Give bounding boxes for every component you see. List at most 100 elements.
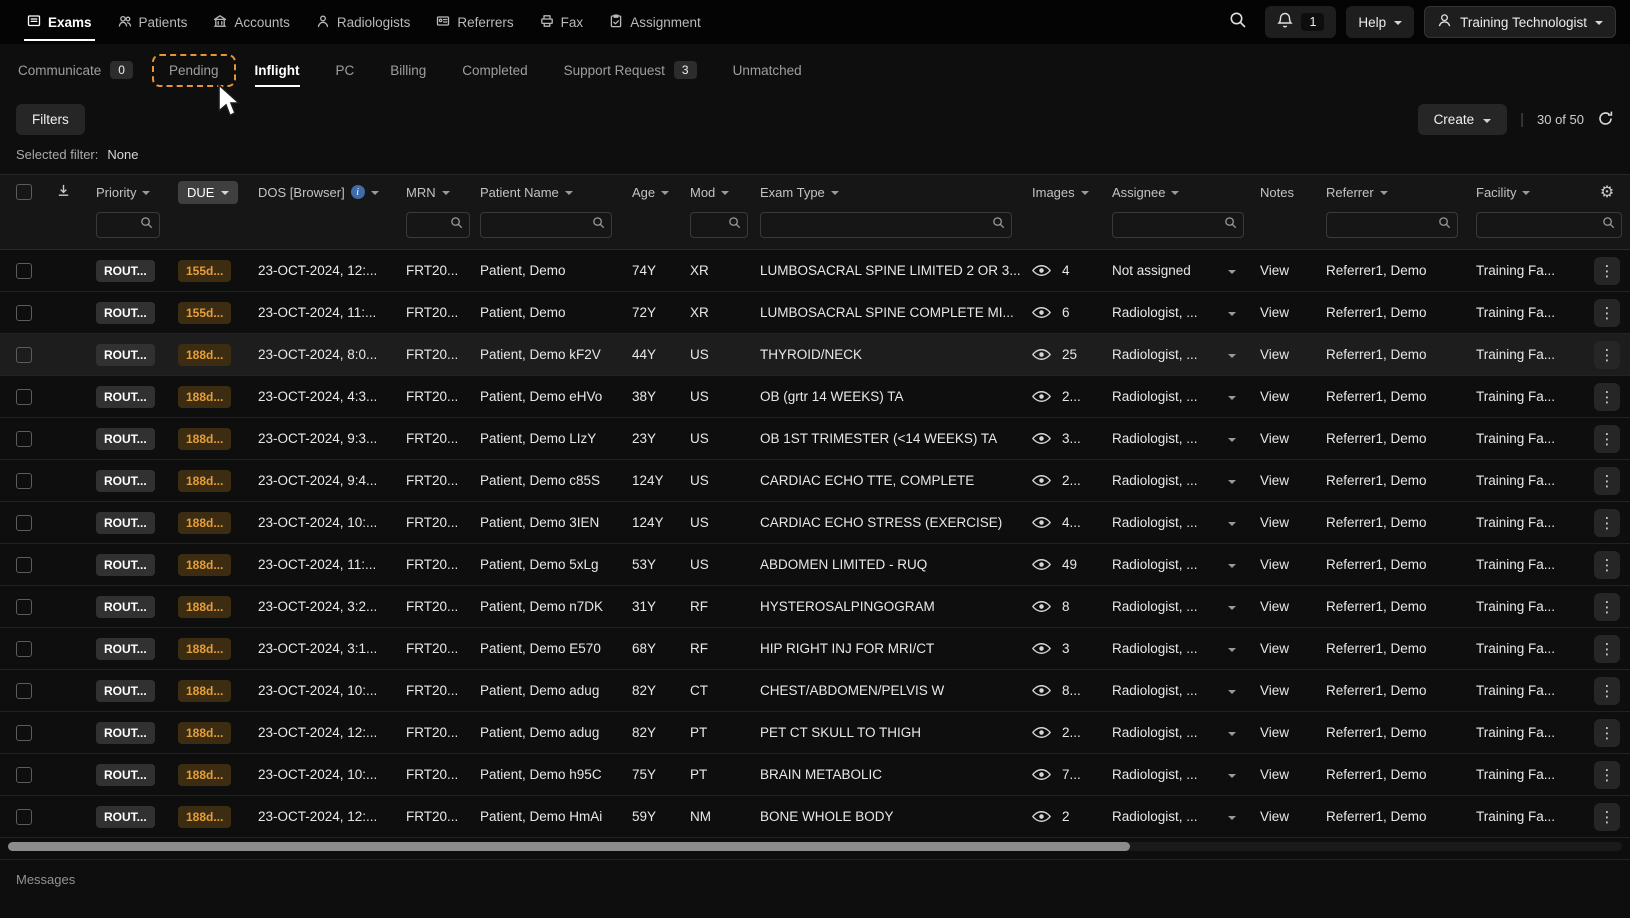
help-button[interactable]: Help <box>1346 6 1415 38</box>
notes-view-link[interactable]: View <box>1260 767 1289 782</box>
row-menu-button[interactable]: ⋮ <box>1594 298 1620 327</box>
table-row[interactable]: ROUT... 188d... 23-OCT-2024, 8:0... FRT2… <box>0 334 1630 376</box>
row-menu-button[interactable]: ⋮ <box>1594 508 1620 537</box>
table-row[interactable]: ROUT... 188d... 23-OCT-2024, 9:4... FRT2… <box>0 460 1630 502</box>
assignee-search-input[interactable] <box>1119 217 1220 233</box>
column-header-age[interactable]: Age <box>624 185 682 200</box>
facility-search-input[interactable] <box>1483 217 1598 233</box>
nav-item-radiologists[interactable]: Radiologists <box>303 0 424 44</box>
view-images-eye-icon[interactable] <box>1032 516 1051 529</box>
column-header-mod[interactable]: Mod <box>682 185 752 200</box>
exam-type-search-input[interactable] <box>767 217 988 233</box>
view-images-eye-icon[interactable] <box>1032 558 1051 571</box>
mod-search-input[interactable] <box>697 217 724 233</box>
row-menu-button[interactable]: ⋮ <box>1594 382 1620 411</box>
referrer-search-input[interactable] <box>1333 217 1434 233</box>
table-row[interactable]: ROUT... 188d... 23-OCT-2024, 10:... FRT2… <box>0 754 1630 796</box>
select-all-checkbox[interactable] <box>16 184 32 200</box>
column-header-due[interactable]: DUE <box>170 180 250 204</box>
column-header-notes[interactable]: Notes <box>1252 185 1318 200</box>
row-checkbox[interactable] <box>16 388 32 405</box>
column-header-assignee[interactable]: Assignee <box>1104 185 1252 200</box>
assignee-dropdown[interactable]: Radiologist, ... <box>1104 683 1252 698</box>
row-checkbox[interactable] <box>16 766 32 783</box>
column-header-patient-name[interactable]: Patient Name <box>472 185 624 200</box>
assignee-dropdown[interactable]: Radiologist, ... <box>1104 347 1252 362</box>
assignee-dropdown[interactable]: Radiologist, ... <box>1104 473 1252 488</box>
view-images-eye-icon[interactable] <box>1032 642 1051 655</box>
row-checkbox[interactable] <box>16 472 32 489</box>
view-images-eye-icon[interactable] <box>1032 684 1051 697</box>
notes-view-link[interactable]: View <box>1260 431 1289 446</box>
assignee-dropdown[interactable]: Radiologist, ... <box>1104 725 1252 740</box>
row-checkbox[interactable] <box>16 682 32 699</box>
column-header-mrn[interactable]: MRN <box>398 185 472 200</box>
tab-pending[interactable]: Pending <box>151 53 236 87</box>
table-row[interactable]: ROUT... 155d... 23-OCT-2024, 11:... FRT2… <box>0 292 1630 334</box>
row-checkbox[interactable] <box>16 304 32 321</box>
row-checkbox[interactable] <box>16 430 32 447</box>
notes-view-link[interactable]: View <box>1260 389 1289 404</box>
tab-unmatched[interactable]: Unmatched <box>733 63 802 78</box>
table-row[interactable]: ROUT... 188d... 23-OCT-2024, 3:2... FRT2… <box>0 586 1630 628</box>
tab-completed[interactable]: Completed <box>462 63 527 78</box>
row-menu-button[interactable]: ⋮ <box>1594 802 1620 831</box>
assignee-dropdown[interactable]: Radiologist, ... <box>1104 767 1252 782</box>
row-menu-button[interactable]: ⋮ <box>1594 718 1620 747</box>
tab-communicate[interactable]: Communicate 0 <box>18 61 133 79</box>
notifications-button[interactable]: 1 <box>1265 6 1337 38</box>
assignee-dropdown[interactable]: Radiologist, ... <box>1104 305 1252 320</box>
row-menu-button[interactable]: ⋮ <box>1594 550 1620 579</box>
notes-view-link[interactable]: View <box>1260 641 1289 656</box>
table-row[interactable]: ROUT... 188d... 23-OCT-2024, 4:3... FRT2… <box>0 376 1630 418</box>
view-images-eye-icon[interactable] <box>1032 432 1051 445</box>
assignee-dropdown[interactable]: Radiologist, ... <box>1104 599 1252 614</box>
notes-view-link[interactable]: View <box>1260 725 1289 740</box>
view-images-eye-icon[interactable] <box>1032 474 1051 487</box>
row-checkbox[interactable] <box>16 514 32 531</box>
view-images-eye-icon[interactable] <box>1032 264 1051 277</box>
view-images-eye-icon[interactable] <box>1032 348 1051 361</box>
column-header-facility[interactable]: Facility <box>1468 185 1584 200</box>
row-checkbox[interactable] <box>16 346 32 363</box>
row-menu-button[interactable]: ⋮ <box>1594 424 1620 453</box>
view-images-eye-icon[interactable] <box>1032 306 1051 319</box>
view-images-eye-icon[interactable] <box>1032 810 1051 823</box>
table-row[interactable]: ROUT... 188d... 23-OCT-2024, 10:... FRT2… <box>0 670 1630 712</box>
row-menu-button[interactable]: ⋮ <box>1594 466 1620 495</box>
assignee-dropdown[interactable]: Radiologist, ... <box>1104 389 1252 404</box>
notes-view-link[interactable]: View <box>1260 515 1289 530</box>
table-row[interactable]: ROUT... 188d... 23-OCT-2024, 3:1... FRT2… <box>0 628 1630 670</box>
tab-support-request[interactable]: Support Request 3 <box>564 61 697 79</box>
assignee-dropdown[interactable]: Radiologist, ... <box>1104 809 1252 824</box>
assignee-dropdown[interactable]: Radiologist, ... <box>1104 557 1252 572</box>
table-row[interactable]: ROUT... 188d... 23-OCT-2024, 9:3... FRT2… <box>0 418 1630 460</box>
messages-bar[interactable]: Messages <box>0 859 1630 899</box>
view-images-eye-icon[interactable] <box>1032 600 1051 613</box>
table-row[interactable]: ROUT... 188d... 23-OCT-2024, 12:... FRT2… <box>0 796 1630 838</box>
column-header-exam-type[interactable]: Exam Type <box>752 185 1024 200</box>
row-checkbox[interactable] <box>16 724 32 741</box>
column-header-images[interactable]: Images <box>1024 185 1104 200</box>
notes-view-link[interactable]: View <box>1260 305 1289 320</box>
notes-view-link[interactable]: View <box>1260 809 1289 824</box>
row-menu-button[interactable]: ⋮ <box>1594 760 1620 789</box>
notes-view-link[interactable]: View <box>1260 557 1289 572</box>
user-menu-button[interactable]: Training Technologist <box>1424 6 1616 38</box>
nav-item-exams[interactable]: Exams <box>14 0 105 44</box>
priority-search-input[interactable] <box>103 217 136 233</box>
nav-item-assignment[interactable]: Assignment <box>596 0 714 44</box>
assignee-dropdown[interactable]: Radiologist, ... <box>1104 515 1252 530</box>
row-menu-button[interactable]: ⋮ <box>1594 634 1620 663</box>
row-menu-button[interactable]: ⋮ <box>1594 676 1620 705</box>
notes-view-link[interactable]: View <box>1260 263 1289 278</box>
table-row[interactable]: ROUT... 188d... 23-OCT-2024, 10:... FRT2… <box>0 502 1630 544</box>
nav-item-fax[interactable]: Fax <box>527 0 597 44</box>
tab-billing[interactable]: Billing <box>390 63 426 78</box>
table-row[interactable]: ROUT... 188d... 23-OCT-2024, 11:... FRT2… <box>0 544 1630 586</box>
filters-button[interactable]: Filters <box>16 104 85 135</box>
nav-item-patients[interactable]: Patients <box>105 0 201 44</box>
nav-item-accounts[interactable]: Accounts <box>200 0 303 44</box>
column-header-priority[interactable]: Priority <box>88 185 170 200</box>
row-checkbox[interactable] <box>16 556 32 573</box>
